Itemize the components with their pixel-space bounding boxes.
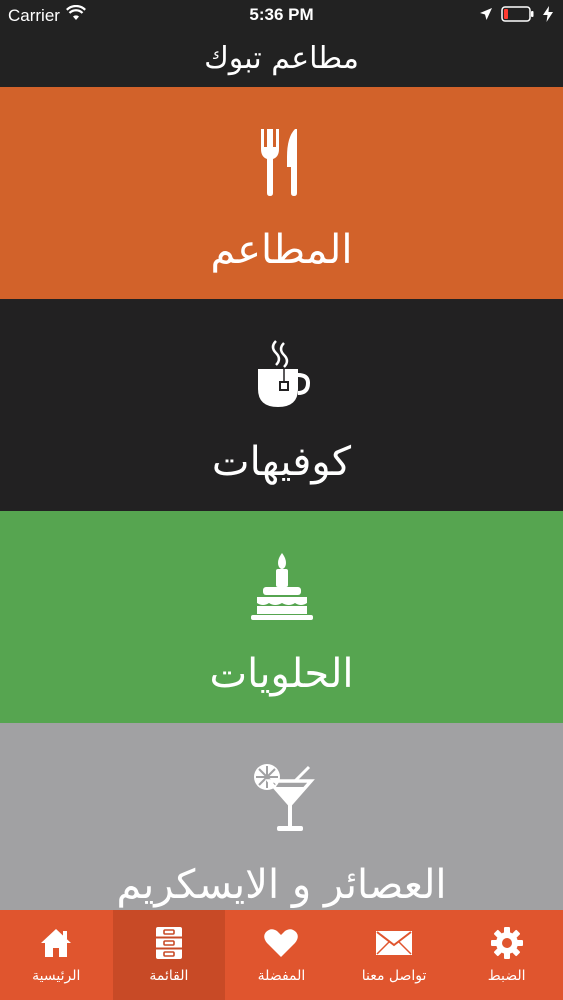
tab-label-contact: تواصل معنا [361,968,427,984]
nav-bar: مطاعم تبوك [0,30,563,87]
location-arrow-icon [479,7,493,26]
tab-bar: الرئيسية القائمة المفضلة تواصل معنا الضب… [0,910,563,1000]
charging-bolt-icon [543,6,553,27]
battery-icon [501,6,535,27]
cabinet-icon [155,926,183,960]
status-right [479,6,553,27]
page-title: مطاعم تبوك [204,41,359,76]
status-bar: Carrier 5:36 PM [0,0,563,30]
tab-settings[interactable]: الضبط [450,910,563,1000]
home-icon [39,926,73,960]
tab-favorites[interactable]: المفضلة [225,910,338,1000]
cake-icon [247,549,317,623]
tab-label-home: الرئيسية [32,968,81,984]
category-label-sweets: الحلويات [209,651,354,697]
category-label-juices: العصائر و الايسكريم [116,862,447,908]
tab-menu[interactable]: القائمة [112,910,226,1000]
heart-icon [264,926,299,960]
category-tile-restaurants[interactable]: المطاعم [0,87,563,299]
tab-label-settings: الضبط [487,968,526,984]
fork-knife-icon [247,125,317,199]
category-label-cafes: كوفيهات [211,439,352,485]
envelope-icon [375,926,413,960]
category-tile-cafes[interactable]: كوفيهات [0,299,563,511]
cocktail-icon [247,761,317,834]
category-label-restaurants: المطاعم [210,227,353,273]
tab-label-favorites: المفضلة [257,968,306,984]
gear-icon [490,926,524,960]
category-tile-juices[interactable]: العصائر و الايسكريم [0,723,563,910]
tab-label-menu: القائمة [149,968,189,984]
teacup-icon [247,337,317,411]
tab-contact[interactable]: تواصل معنا [338,910,451,1000]
category-tile-sweets[interactable]: الحلويات [0,511,563,723]
tab-home[interactable]: الرئيسية [0,910,113,1000]
